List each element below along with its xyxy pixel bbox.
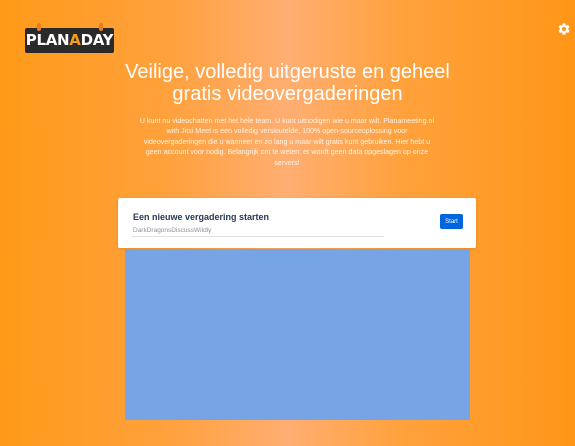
new-meeting-card: Een nieuwe vergadering starten Start [118,198,476,248]
logo-prefix: PLAN [25,31,70,49]
page-title: Veilige, volledig uitgeruste en geheel g… [125,61,450,105]
start-button[interactable]: Start [440,214,463,229]
gear-icon[interactable] [557,22,571,36]
video-preview-panel [125,249,470,420]
intro-text: U kunt nu videochatten met het hele team… [139,117,435,167]
logo-highlight: A [69,31,81,49]
logo-pin-right [99,23,103,31]
logo-text: PLANADAY [25,31,114,49]
welcome-page: PLANADAY Veilige, volledig uitgeruste en… [0,0,575,446]
logo-pin-left [37,23,41,31]
room-name-input[interactable] [132,224,384,237]
logo-suffix: DAY [80,31,114,49]
planaday-logo[interactable]: PLANADAY [25,23,114,53]
new-meeting-title: Een nieuwe vergadering starten [133,212,270,222]
